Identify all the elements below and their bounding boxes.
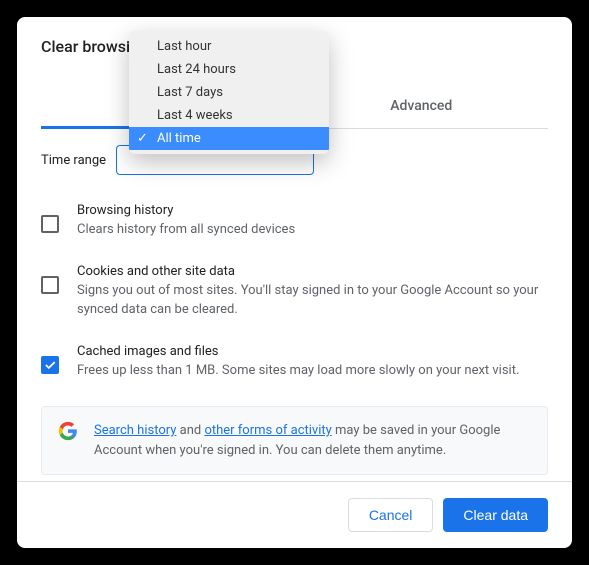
option-title: Browsing history <box>77 203 548 218</box>
link-search-history[interactable]: Search history <box>94 423 176 438</box>
option-text: Browsing history Clears history from all… <box>77 203 548 240</box>
option-browsing-history: Browsing history Clears history from all… <box>41 191 548 252</box>
dialog-footer: Cancel Clear data <box>17 481 572 548</box>
dropdown-item-last-4-weeks[interactable]: Last 4 weeks <box>129 104 329 127</box>
dropdown-item-all-time[interactable]: ✓ All time <box>129 127 329 150</box>
time-range-label: Time range <box>41 153 106 168</box>
info-box: Search history and other forms of activi… <box>41 406 548 475</box>
tab-advanced[interactable]: Advanced <box>295 84 549 128</box>
checkbox-cookies[interactable] <box>41 276 59 294</box>
dropdown-item-last-24-hours[interactable]: Last 24 hours <box>129 58 329 81</box>
info-text-mid: and <box>176 423 204 438</box>
option-text: Cached images and files Frees up less th… <box>77 344 548 381</box>
cancel-button[interactable]: Cancel <box>348 498 434 532</box>
check-icon: ✓ <box>137 131 148 146</box>
dropdown-item-last-hour[interactable]: Last hour <box>129 35 329 58</box>
clear-data-button[interactable]: Clear data <box>443 498 548 532</box>
checkbox-browsing-history[interactable] <box>41 215 59 233</box>
option-desc: Frees up less than 1 MB. Some sites may … <box>77 361 548 381</box>
option-cache: Cached images and files Frees up less th… <box>41 332 548 393</box>
dropdown-item-label: All time <box>157 131 201 146</box>
link-other-activity[interactable]: other forms of activity <box>204 423 331 438</box>
option-text: Cookies and other site data Signs you ou… <box>77 264 548 320</box>
clear-browsing-dialog: Clear browsing data Basic Advanced Time … <box>17 17 572 548</box>
google-icon <box>58 421 78 441</box>
option-title: Cached images and files <box>77 344 548 359</box>
clear-options-list: Browsing history Clears history from all… <box>41 191 548 392</box>
dialog-content: Time range Browsing history Clears histo… <box>17 129 572 491</box>
info-text: Search history and other forms of activi… <box>94 421 531 460</box>
option-title: Cookies and other site data <box>77 264 548 279</box>
dropdown-item-last-7-days[interactable]: Last 7 days <box>129 81 329 104</box>
option-desc: Clears history from all synced devices <box>77 220 548 240</box>
checkbox-cache[interactable] <box>41 356 59 374</box>
option-cookies: Cookies and other site data Signs you ou… <box>41 252 548 332</box>
time-range-dropdown[interactable]: Last hour Last 24 hours Last 7 days Last… <box>129 31 329 154</box>
option-desc: Signs you out of most sites. You'll stay… <box>77 281 548 320</box>
